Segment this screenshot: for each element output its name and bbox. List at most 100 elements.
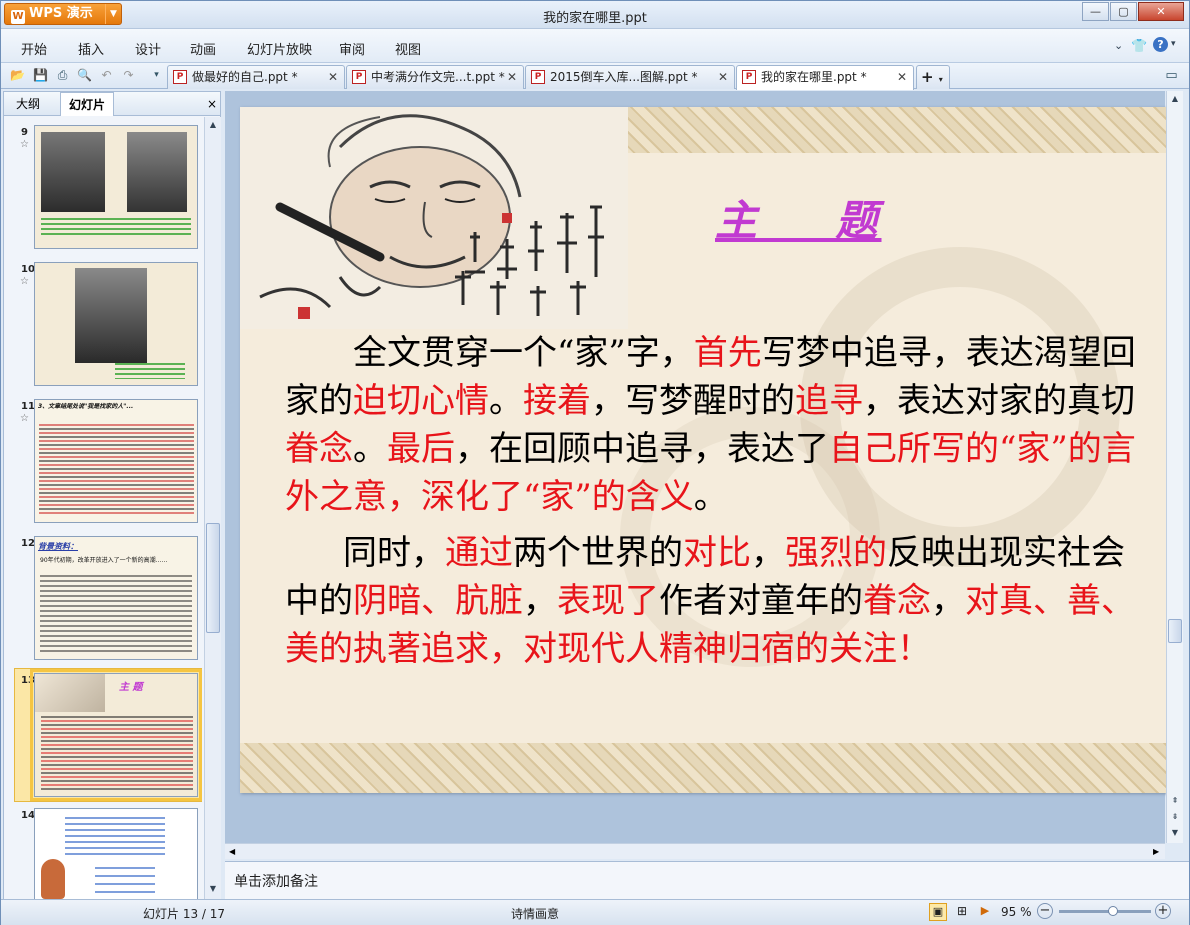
save-icon[interactable]: 💾 xyxy=(32,67,49,84)
highlighted-text-run: 阴暗、肮脏 xyxy=(353,581,523,621)
slides-pane-tabs: 大纲 幻灯片 × xyxy=(4,92,220,116)
menu-design[interactable]: 设计 xyxy=(135,39,161,58)
animation-star-icon: ☆ xyxy=(20,276,29,287)
notes-pane[interactable]: 单击添加备注 xyxy=(225,861,1189,899)
slide-thumbnail-9[interactable] xyxy=(34,125,198,249)
tab-doc-4-active[interactable]: P 我的家在哪里.ppt * ✕ xyxy=(736,65,914,90)
highlighted-text-run: 强烈的 xyxy=(785,533,887,573)
text-run: 。 xyxy=(489,381,523,421)
zoom-level[interactable]: 95 % xyxy=(1001,905,1032,919)
close-pane-icon[interactable]: × xyxy=(199,92,225,116)
cartoon-girl-image xyxy=(41,859,65,899)
help-icon[interactable]: ? xyxy=(1153,37,1168,52)
undo-icon[interactable]: ↶ xyxy=(98,67,115,84)
menu-view[interactable]: 视图 xyxy=(395,39,421,58)
print-icon[interactable]: ⎙ xyxy=(54,67,71,84)
highlighted-text-run: 眷念 xyxy=(285,429,353,469)
thumbnail-text-image xyxy=(95,867,155,893)
tab-doc-1[interactable]: P 做最好的自己.ppt * ✕ xyxy=(167,65,345,89)
tab-label: 中考满分作文完...t.ppt * xyxy=(371,70,505,84)
title-bar: W WPS 演示 ▼ 我的家在哪里.ppt — ▢ ✕ xyxy=(1,1,1189,29)
chevron-down-icon: ▾ xyxy=(938,75,943,84)
window-switch-icon[interactable]: ▭ xyxy=(1163,67,1180,84)
current-slide[interactable]: 主 题 全文贯穿一个“家”字，首先写梦中追寻，表达渴望回家的迫切心情。接着，写梦… xyxy=(240,107,1166,793)
paragraph-2-runs: 同时，通过两个世界的对比，强烈的反映出现实社会中的阴暗、肮脏，表现了作者对童年的… xyxy=(285,533,1135,669)
close-tab-icon[interactable]: ✕ xyxy=(897,66,907,88)
redo-icon[interactable]: ↷ xyxy=(120,67,137,84)
slide-thumbnail-12[interactable]: 背景资料： 90年代初期，改革开放进入了一个新的高潮…… xyxy=(34,536,198,660)
slide-thumbnail-10[interactable] xyxy=(34,262,198,386)
status-bar: 幻灯片 13 / 17 诗情画意 ▣ ⊞ ▶ 95 % − + xyxy=(1,899,1189,925)
scroll-down-icon[interactable]: ▼ xyxy=(205,881,221,897)
close-tab-icon[interactable]: ✕ xyxy=(718,66,728,88)
thumbnail-number: 10 xyxy=(21,264,35,275)
close-tab-icon[interactable]: ✕ xyxy=(328,66,338,88)
slide-thumbnail-13[interactable]: 主 题 xyxy=(30,669,202,801)
close-tab-icon[interactable]: ✕ xyxy=(507,66,517,88)
menu-slideshow[interactable]: 幻灯片放映 xyxy=(247,39,312,58)
slide-sorter-icon[interactable]: ⊞ xyxy=(953,903,971,921)
toolbar-more-icon[interactable]: ▾ xyxy=(148,67,165,84)
slide-title[interactable]: 主 题 xyxy=(715,187,882,248)
close-button[interactable]: ✕ xyxy=(1138,2,1184,21)
scroll-right-icon[interactable]: ▶ xyxy=(1153,844,1159,859)
slide-body-text[interactable]: 全文贯穿一个“家”字，首先写梦中追寻，表达渴望回家的迫切心情。接着，写梦醒时的追… xyxy=(285,329,1145,673)
print-preview-icon[interactable]: 🔍 xyxy=(76,67,93,84)
new-tab-button[interactable]: + ▾ xyxy=(916,65,950,89)
tab-doc-2[interactable]: P 中考满分作文完...t.ppt * ✕ xyxy=(346,65,524,89)
scroll-up-icon[interactable]: ▲ xyxy=(205,117,221,133)
tab-doc-3[interactable]: P 2015倒车入库...图解.ppt * ✕ xyxy=(525,65,735,89)
theme-name: 诗情画意 xyxy=(511,907,560,921)
highlighted-text-run: 表现了 xyxy=(557,581,659,621)
editor-horizontal-scrollbar[interactable]: ◀ ▶ xyxy=(225,843,1165,859)
zoom-slider[interactable] xyxy=(1059,906,1151,916)
slide-thumbnail-11[interactable]: 3、文章结尾处说"我是找家的人"... xyxy=(34,399,198,523)
menu-review[interactable]: 审阅 xyxy=(339,39,365,58)
tab-label: 2015倒车入库...图解.ppt * xyxy=(550,70,698,84)
scroll-up-double-icon[interactable]: ⇞ xyxy=(1167,793,1183,809)
ink-portrait-image xyxy=(240,107,628,329)
caption-text-image xyxy=(41,218,191,238)
normal-view-icon[interactable]: ▣ xyxy=(929,903,947,921)
menu-home[interactable]: 开始 xyxy=(21,39,47,58)
scroll-down-icon[interactable]: ▼ xyxy=(1167,825,1183,841)
thumbnail-list: 9 ☆ 10 ☆ 11 ☆ 3、文章结尾处说"我是找家的人"... 12 背景资… xyxy=(4,117,204,899)
scroll-up-icon[interactable]: ▲ xyxy=(1167,91,1183,107)
open-folder-icon[interactable]: 📂 xyxy=(9,67,26,84)
highlighted-text-run: 首先 xyxy=(693,333,762,373)
tab-label: 我的家在哪里.ppt * xyxy=(761,70,867,84)
tab-outline[interactable]: 大纲 xyxy=(8,92,48,116)
slideshow-icon[interactable]: ▶ xyxy=(976,903,994,921)
tab-slides[interactable]: 幻灯片 xyxy=(60,92,115,116)
zoom-in-button[interactable]: + xyxy=(1155,903,1171,919)
minimize-button[interactable]: — xyxy=(1082,2,1109,21)
portrait-image xyxy=(35,674,105,712)
help-dropdown-icon[interactable]: ▾ xyxy=(1171,39,1176,49)
thumbnail-text: 3、文章结尾处说"我是找家的人"... xyxy=(38,403,134,410)
thumbnail-body-image xyxy=(41,716,193,792)
app-window: W WPS 演示 ▼ 我的家在哪里.ppt — ▢ ✕ 开始 插入 设计 动画 幻… xyxy=(0,0,1190,925)
thumbnail-body-image xyxy=(40,575,192,653)
thumbnail-number: 13 xyxy=(21,675,35,686)
photo-image xyxy=(41,132,105,212)
notes-placeholder[interactable]: 单击添加备注 xyxy=(234,871,318,891)
scrollbar-thumb[interactable] xyxy=(206,523,220,633)
menu-animation[interactable]: 动画 xyxy=(190,39,216,58)
slide-thumbnail-14[interactable] xyxy=(34,808,198,899)
ppt-file-icon: P xyxy=(352,70,366,84)
scrollbar-thumb[interactable] xyxy=(1168,619,1182,643)
animation-star-icon: ☆ xyxy=(20,413,29,424)
thumbnail-number: 14 xyxy=(21,810,35,821)
scroll-left-icon[interactable]: ◀ xyxy=(229,844,235,859)
zoom-slider-knob[interactable] xyxy=(1108,906,1119,916)
zoom-out-button[interactable]: − xyxy=(1037,903,1053,919)
text-run: ， xyxy=(931,581,965,621)
skin-icon[interactable]: 👕 xyxy=(1131,39,1147,54)
scroll-down-double-icon[interactable]: ⇟ xyxy=(1167,809,1183,825)
maximize-button[interactable]: ▢ xyxy=(1110,2,1137,21)
collapse-ribbon-icon[interactable]: ⌄ xyxy=(1114,39,1123,52)
editor-vertical-scrollbar[interactable]: ▲ ⇞ ⇟ ▼ xyxy=(1166,91,1183,843)
text-run: 作者对童年的 xyxy=(659,581,863,621)
thumbnail-scrollbar[interactable]: ▲ ▼ xyxy=(204,117,221,899)
menu-insert[interactable]: 插入 xyxy=(78,39,104,58)
